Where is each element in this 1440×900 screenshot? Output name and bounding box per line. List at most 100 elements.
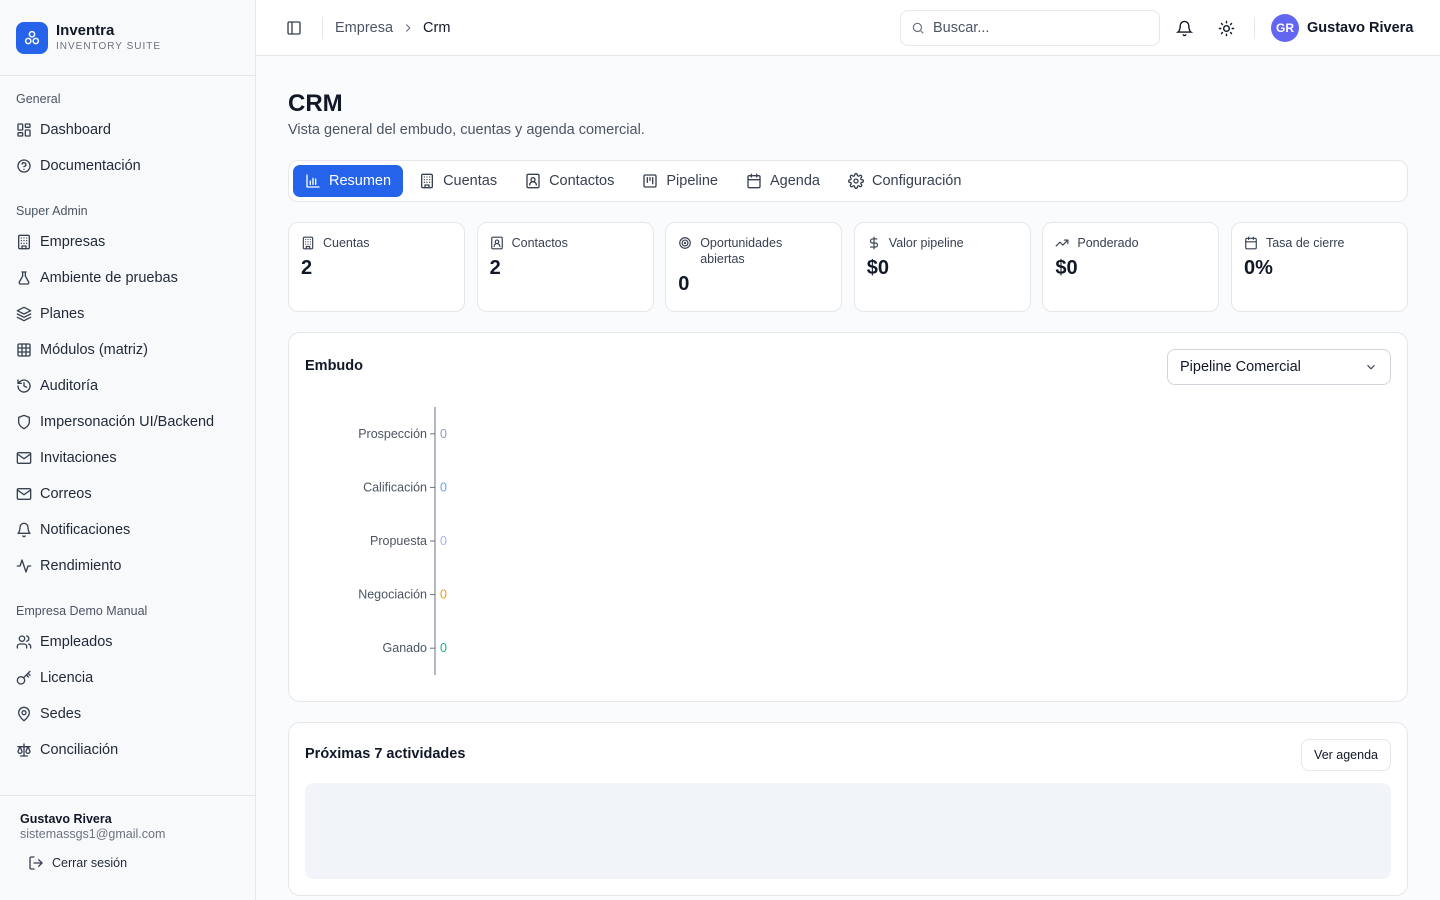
nav-group-general: General Dashboard Documentación	[0, 88, 255, 184]
main-content: CRM Vista general del embudo, cuentas y …	[288, 56, 1408, 896]
funnel-title: Embudo	[305, 358, 363, 374]
sidebar: Inventra INVENTORY SUITE General Dashboar…	[0, 0, 256, 900]
sidebar-item-label: Notificaciones	[40, 522, 131, 538]
bell-icon	[17, 522, 31, 538]
kanban-icon	[643, 174, 658, 188]
theme-toggle-button[interactable]	[1212, 14, 1240, 42]
stat-value: 2	[301, 257, 313, 279]
nav-group-label: Empresa Demo Manual	[16, 604, 148, 618]
tab-label: Cuentas	[443, 173, 498, 189]
tab-pipeline[interactable]: Pipeline	[630, 165, 730, 197]
sidebar-item-label: Sedes	[40, 706, 82, 722]
gear-icon	[848, 173, 864, 189]
nav-group-super-admin: Super Admin Empresas Ambiente de pruebas Pl…	[0, 200, 255, 584]
header-divider-right	[1254, 17, 1255, 39]
agenda-title: Próximas 7 actividades	[305, 746, 466, 762]
dashboard-icon	[17, 123, 31, 137]
sidebar-item-rendimiento[interactable]: Rendimiento	[0, 548, 255, 584]
chart-category-label: Ganado	[383, 641, 428, 655]
brand-name: Inventra	[56, 21, 115, 39]
view-agenda-button[interactable]: Ver agenda	[1301, 739, 1391, 771]
sidebar-item-sedes[interactable]: Sedes	[0, 696, 255, 732]
grid-table-icon	[17, 343, 31, 357]
chart-category-label: Negociación	[358, 588, 427, 602]
sidebar-user-email: sistemassgs1@gmail.com	[20, 827, 166, 841]
target-icon	[679, 237, 692, 249]
mail-icon	[16, 488, 32, 500]
chart-value-label: 0	[440, 534, 447, 548]
stat-value: 0%	[1243, 257, 1273, 279]
stat-card-contactos: Contactos 2	[476, 222, 654, 312]
tab-resumen[interactable]: Resumen	[293, 165, 404, 197]
sidebar-item-impersonacion-ui-backend[interactable]: Impersonación UI/Backend	[0, 404, 255, 440]
users-icon	[16, 635, 32, 649]
sidebar-item-label: Correos	[40, 486, 92, 502]
breadcrumb-item-empresa[interactable]: Empresa	[335, 20, 393, 36]
logout-label: Cerrar sesión	[52, 856, 128, 870]
sidebar-item-dashboard[interactable]: Dashboard	[0, 112, 255, 148]
logout-button[interactable]: Cerrar sesión	[28, 855, 235, 871]
page-subtitle: Vista general del embudo, cuentas y agen…	[288, 122, 645, 138]
flask-icon	[18, 271, 30, 285]
calendar-icon	[1245, 236, 1257, 250]
chart-category-label: Propuesta	[370, 534, 427, 548]
tab-configuracion[interactable]: Configuración	[836, 165, 973, 197]
shield-icon	[18, 414, 30, 430]
sidebar-item-label: Planes	[40, 306, 85, 322]
sidebar-item-invitaciones[interactable]: Invitaciones	[0, 440, 255, 476]
calendar-icon	[747, 173, 761, 189]
page-title: CRM	[288, 90, 343, 117]
tab-contactos[interactable]: Contactos	[513, 165, 626, 197]
user-menu-button[interactable]: GR Gustavo Rivera	[1271, 14, 1413, 42]
sidebar-item-planes[interactable]: Planes	[0, 296, 255, 332]
help-circle-icon	[17, 159, 31, 173]
chevron-down-icon	[1367, 364, 1375, 370]
key-icon	[16, 670, 31, 685]
sidebar-user-name: Gustavo Rivera	[20, 812, 112, 826]
chart-value-label: 0	[440, 641, 447, 655]
sidebar-item-label: Dashboard	[40, 122, 111, 138]
tab-agenda[interactable]: Agenda	[734, 165, 832, 197]
pipeline-select[interactable]: Pipeline Comercial	[1167, 349, 1391, 385]
sidebar-item-empresas[interactable]: Empresas	[0, 224, 255, 260]
stat-label: Ponderado	[1077, 236, 1139, 250]
stat-value: $0	[1055, 257, 1078, 279]
search-box	[900, 10, 1160, 46]
sidebar-item-label: Empleados	[40, 634, 113, 650]
sidebar-item-label: Módulos (matriz)	[40, 342, 148, 358]
dollar-icon	[869, 236, 878, 250]
stat-label: Contactos	[511, 236, 568, 250]
history-icon	[17, 379, 31, 393]
stat-label: Oportunidades abiertas	[700, 236, 783, 266]
tab-label: Contactos	[549, 173, 615, 189]
sidebar-item-notificaciones[interactable]: Notificaciones	[0, 512, 255, 548]
stat-value: 0	[678, 273, 690, 295]
sidebar-item-correos[interactable]: Correos	[0, 476, 255, 512]
tab-label: Resumen	[329, 173, 392, 189]
tab-cuentas[interactable]: Cuentas	[407, 165, 509, 197]
stat-label: Cuentas	[323, 236, 370, 250]
contact-icon	[490, 236, 503, 250]
funnel-chart: Prospección 0 Calificación 0 Propuesta 0 Negoc…	[358, 407, 447, 675]
sidebar-toggle-button[interactable]	[280, 14, 308, 42]
sidebar-item-empleados[interactable]: Empleados	[0, 624, 255, 660]
breadcrumb-item-current: Crm	[423, 19, 451, 36]
stat-card-ponderado: Ponderado $0	[1042, 222, 1220, 312]
sidebar-item-licencia[interactable]: Licencia	[0, 660, 255, 696]
stat-card-oportunidades-abiertas: Oportunidades abiertas 0	[665, 222, 843, 312]
brand-logo-icon	[16, 21, 48, 54]
sidebar-item-label: Ambiente de pruebas	[40, 270, 178, 286]
sidebar-toggle-icon	[287, 20, 301, 35]
sidebar-item-conciliacion[interactable]: Conciliación	[0, 732, 255, 768]
sidebar-item-label: Licencia	[40, 670, 94, 686]
sidebar-item-documentacion[interactable]: Documentación	[0, 148, 255, 184]
tab-label: Agenda	[769, 173, 820, 189]
sidebar-item-modulos-matriz[interactable]: Módulos (matriz)	[0, 332, 255, 368]
sidebar-item-ambiente-de-pruebas[interactable]: Ambiente de pruebas	[0, 260, 255, 296]
top-header: Empresa Crm GR Gustavo Rivera	[256, 0, 1440, 56]
sidebar-item-auditoria[interactable]: Auditoría	[0, 368, 255, 404]
sidebar-item-label: Auditoría	[40, 378, 99, 394]
search-input[interactable]	[933, 20, 1133, 36]
stat-value: $0	[866, 257, 890, 279]
notifications-button[interactable]	[1170, 14, 1198, 42]
